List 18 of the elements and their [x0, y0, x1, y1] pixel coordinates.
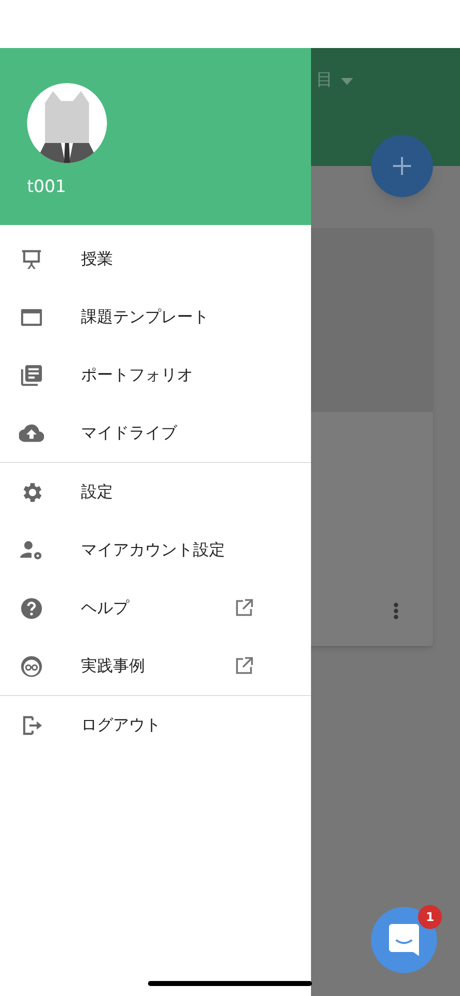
more-icon: [393, 602, 399, 620]
menu-item[interactable]: 授業: [0, 230, 311, 288]
menu-item[interactable]: マイドライブ: [0, 404, 311, 462]
help-icon: [19, 596, 44, 620]
user-name: t001: [27, 176, 66, 199]
dropdown-caret-icon: [341, 78, 353, 85]
plus-icon: [393, 157, 411, 175]
menu-item[interactable]: ポートフォリオ: [0, 346, 311, 404]
menu-item[interactable]: 課題テンプレート: [0, 288, 311, 346]
stacked-pages-icon: [19, 362, 44, 388]
app-bar-title: 目: [316, 69, 333, 92]
menu-item[interactable]: 設定: [0, 463, 311, 521]
chat-icon: [389, 924, 419, 956]
menu-item[interactable]: 実践事例: [0, 637, 311, 695]
menu-item[interactable]: ログアウト: [0, 696, 311, 754]
menu-item[interactable]: マイアカウント設定: [0, 521, 311, 579]
glasses-face-icon: [19, 654, 44, 678]
menu-item[interactable]: ヘルプ: [0, 579, 311, 637]
